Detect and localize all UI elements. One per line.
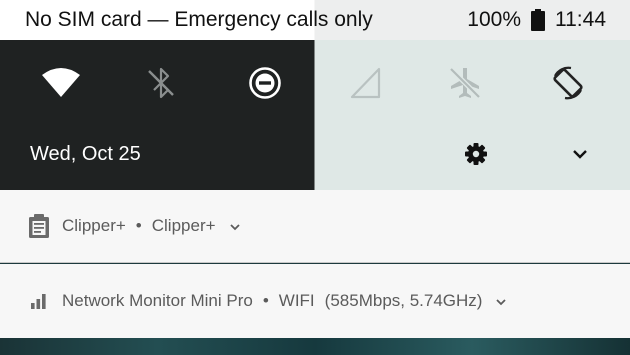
notification-title: WIFI bbox=[278, 291, 315, 310]
notification-detail: (585Mbps, 5.74GHz) bbox=[324, 291, 483, 310]
airplane-mode-tile[interactable] bbox=[440, 60, 490, 110]
wifi-tile[interactable] bbox=[36, 60, 86, 110]
notification-app-name: Clipper+ bbox=[62, 216, 126, 235]
date-label: Wed, Oct 25 bbox=[30, 143, 141, 165]
wifi-icon bbox=[41, 67, 81, 104]
chevron-down-icon[interactable] bbox=[228, 219, 242, 233]
bluetooth-tile[interactable] bbox=[136, 60, 186, 110]
battery-percent: 100% bbox=[467, 8, 521, 31]
expand-quick-settings-button[interactable] bbox=[568, 142, 592, 166]
chevron-down-icon[interactable] bbox=[494, 294, 508, 308]
do-not-disturb-icon bbox=[248, 66, 282, 105]
auto-rotate-tile[interactable] bbox=[543, 60, 593, 110]
wallpaper-background bbox=[0, 338, 630, 355]
quick-settings-tiles bbox=[0, 60, 630, 110]
notification-title: Clipper+ bbox=[151, 216, 216, 235]
airplane-mode-off-icon bbox=[447, 65, 483, 106]
status-bar: No SIM card — Emergency calls only 100% … bbox=[0, 0, 630, 40]
notification-separator: • bbox=[135, 216, 142, 235]
cellular-signal-icon bbox=[349, 66, 383, 105]
notification-header: Clipper+ • Clipper+ bbox=[26, 190, 242, 262]
battery-icon bbox=[531, 9, 545, 31]
notification-app-name: Network Monitor Mini Pro bbox=[62, 291, 253, 310]
notification-network-monitor[interactable]: Network Monitor Mini Pro • WIFI (585Mbps… bbox=[0, 264, 630, 338]
notification-clipper[interactable]: Clipper+ • Clipper+ bbox=[0, 190, 630, 263]
cellular-tile[interactable] bbox=[341, 60, 391, 110]
bluetooth-off-icon bbox=[144, 66, 178, 105]
gear-icon bbox=[462, 143, 490, 172]
chevron-down-icon bbox=[568, 150, 592, 170]
signal-bars-icon bbox=[26, 288, 52, 314]
carrier-status-text: No SIM card — Emergency calls only bbox=[25, 8, 373, 31]
notification-header: Network Monitor Mini Pro • WIFI (585Mbps… bbox=[26, 264, 508, 338]
clipboard-icon bbox=[26, 213, 52, 239]
notification-separator: • bbox=[262, 291, 269, 310]
do-not-disturb-tile[interactable] bbox=[240, 60, 290, 110]
clock: 11:44 bbox=[555, 8, 606, 31]
auto-rotate-icon bbox=[549, 64, 587, 107]
settings-button[interactable] bbox=[462, 140, 490, 168]
status-right-group: 100% 11:44 bbox=[467, 8, 606, 32]
